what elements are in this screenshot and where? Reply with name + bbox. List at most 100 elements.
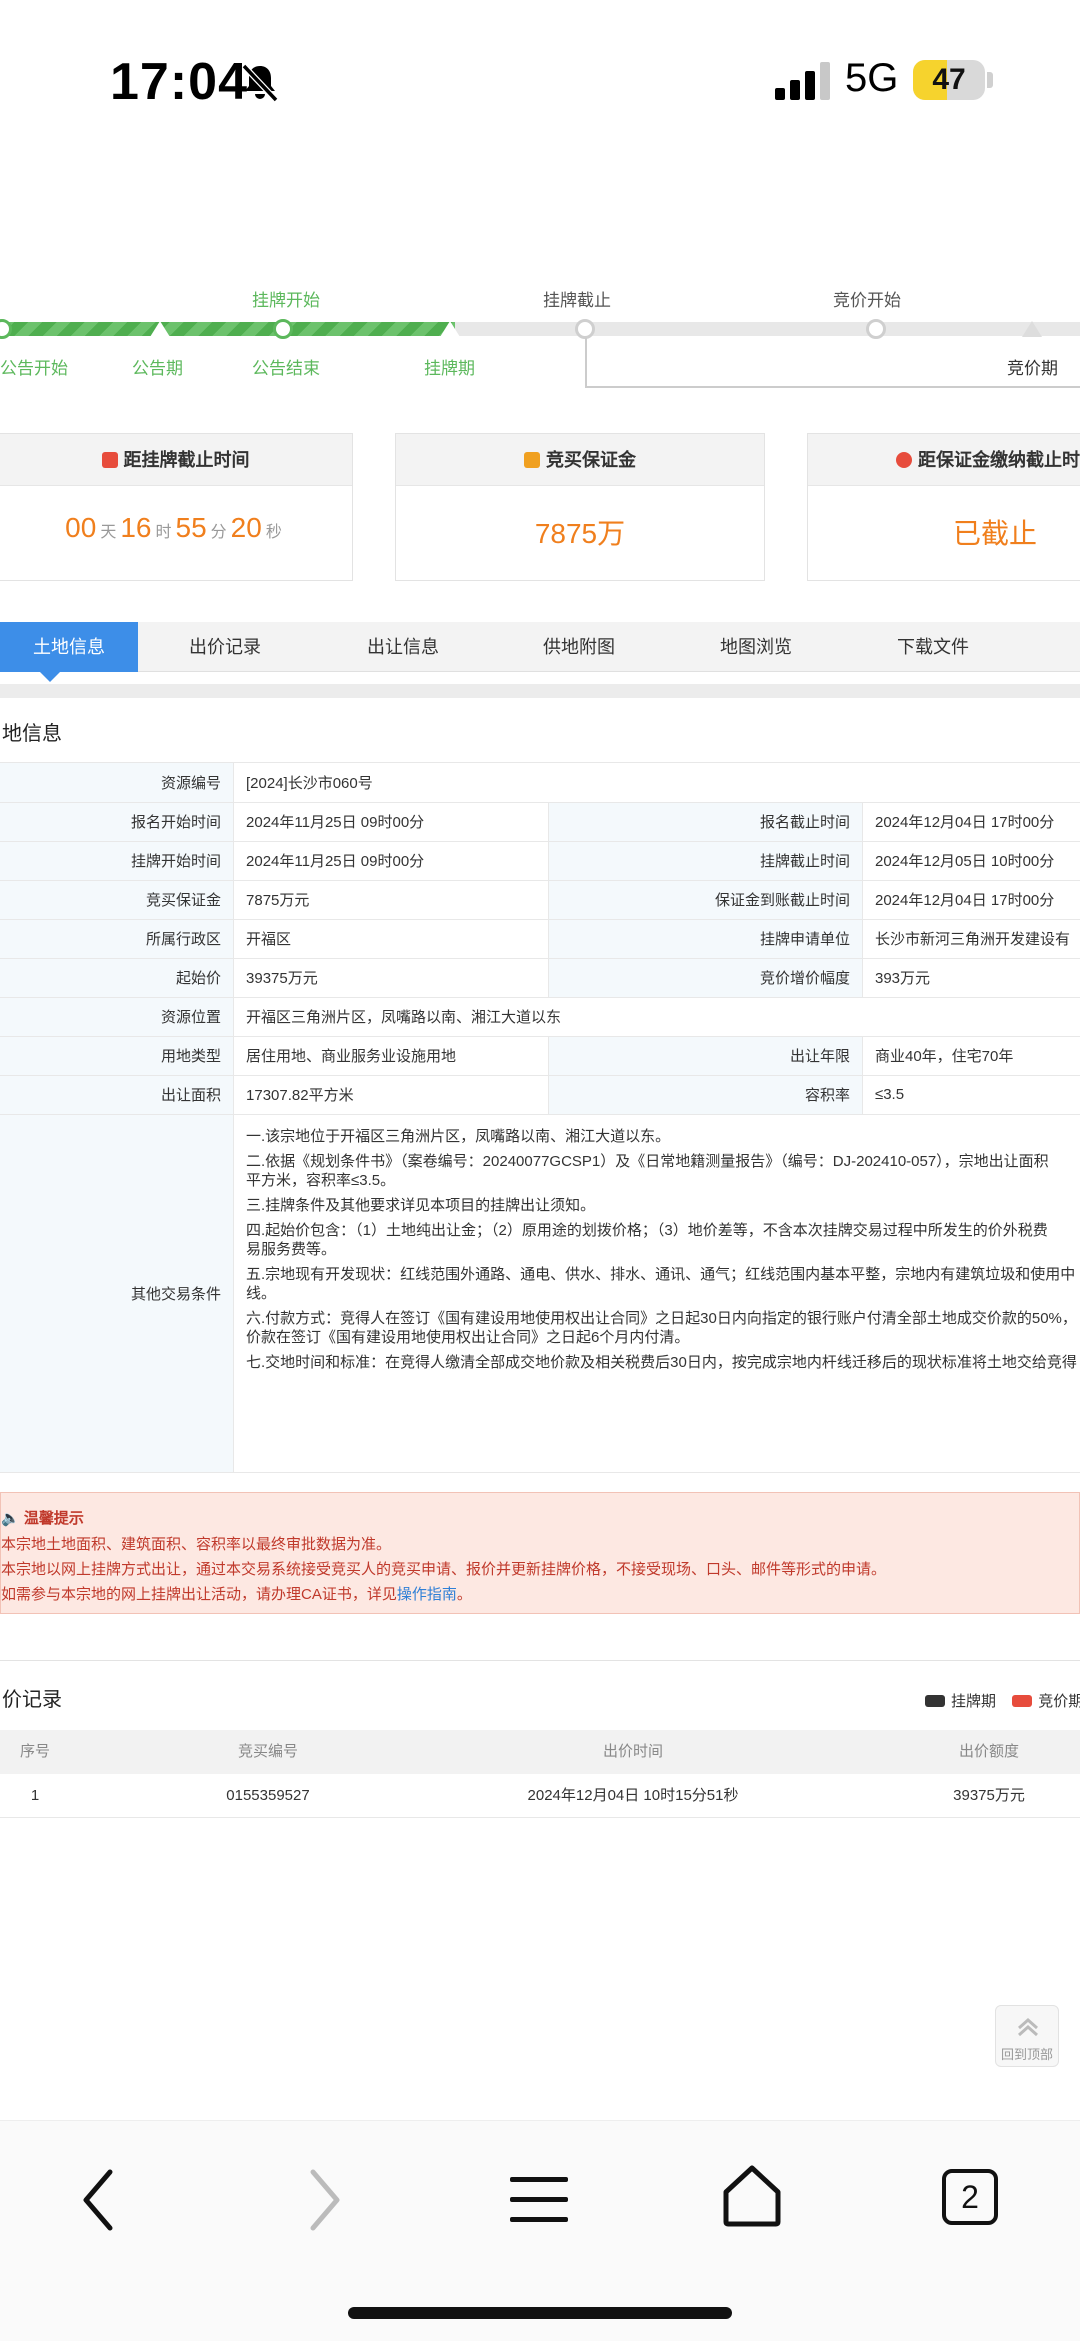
- legend-swatch-bidding: [1012, 1695, 1033, 1707]
- legend-label-listing: 挂牌期: [951, 1693, 997, 1710]
- value: ≤3.5: [862, 1075, 1080, 1115]
- alarm-icon: [896, 452, 912, 468]
- timeline-label-notice-start: 公告开始: [0, 359, 68, 378]
- condition-paragraph: 价款在签订《国有建设用地使用权出让合同》之日起6个月内付清。: [246, 1328, 690, 1346]
- card-header: 距挂牌截止时间: [0, 434, 352, 486]
- network-type: 5G: [845, 56, 899, 100]
- bid-code: 0155359527: [226, 1787, 310, 1804]
- bid-table-header: 序号 竞买编号 出价时间 出价额度: [0, 1730, 1080, 1774]
- col-header: 出价额度: [958, 1743, 1019, 1760]
- tab-transfer-info[interactable]: 出让信息: [353, 622, 453, 672]
- row-deposit: 竞买保证金 7875万元 保证金到账截止时间 2024年12月04日 17时00…: [0, 880, 1080, 920]
- condition-paragraph: 平方米，容积率≤3.5。: [246, 1171, 396, 1189]
- condition-paragraph: 线。: [246, 1284, 277, 1302]
- timeline-progress: [0, 322, 455, 336]
- value: 开福区三角洲片区，凤嘴路以南、湘江大道以东: [233, 997, 1080, 1037]
- bid-no: 1: [30, 1787, 40, 1804]
- battery-indicator: 47: [913, 60, 985, 100]
- timeline-label-notice-end: 公告结束: [252, 359, 320, 378]
- value: 商业40年，住宅70年: [862, 1036, 1080, 1076]
- tabs-count-button[interactable]: 2: [942, 2169, 998, 2225]
- countdown-minutes: 55: [175, 512, 207, 543]
- condition-paragraph: 二.依据《规划条件书》（案卷编号：20240077GCSP1）及《日常地籍测量报…: [246, 1152, 1049, 1170]
- label: 挂牌截止时间: [548, 841, 863, 881]
- tabs-count: 2: [961, 2179, 979, 2215]
- label: 报名截止时间: [548, 802, 863, 842]
- card-listing-countdown: 距挂牌截止时间 00 天 16 时 55 分 20 秒: [0, 433, 353, 581]
- label: 所属行政区: [0, 919, 235, 959]
- conditions-text: 一.该宗地位于开福区三角洲片区，凤嘴路以南、湘江大道以东。 二.依据《规划条件书…: [233, 1114, 1080, 1473]
- clock-icon: [101, 452, 118, 468]
- back-icon[interactable]: [78, 2168, 118, 2232]
- card-title: 距保证金缴纳截止时间: [918, 450, 1080, 470]
- timeline-label-bidding-period: 竞价期: [1007, 359, 1058, 378]
- condition-paragraph: 一.该宗地位于开福区三角洲片区，凤嘴路以南、湘江大道以东。: [246, 1127, 671, 1145]
- tip-line: 本宗地以网上挂牌方式出让，通过本交易系统接受竞买人的竞买申请、报价并更新挂牌价格…: [1, 1561, 887, 1578]
- tab-supply-map[interactable]: 供地附图: [529, 622, 629, 672]
- row-resource-no: 资源编号 [2024]长沙市060号: [0, 763, 1080, 803]
- label: 报名开始时间: [0, 802, 235, 842]
- timeline-bracket: [585, 338, 1080, 388]
- bid-legend: 挂牌期 竞价期: [925, 1690, 1080, 1711]
- value: 39375万元: [233, 958, 549, 998]
- value: 居住用地、商业服务业设施用地: [233, 1036, 549, 1076]
- tab-bid-records[interactable]: 出价记录: [175, 622, 275, 672]
- value: 2024年12月04日 17时00分: [862, 880, 1080, 920]
- bid-amount: 39375万元: [953, 1787, 1025, 1804]
- value: 393万元: [862, 958, 1080, 998]
- label: 出让面积: [0, 1075, 235, 1115]
- value: 2024年11月25日 09时00分: [233, 802, 549, 842]
- countdown-days-unit: 天: [100, 524, 117, 541]
- tab-download-files[interactable]: 下载文件: [883, 622, 983, 672]
- card-title: 竞买保证金: [546, 450, 636, 470]
- col-header: 序号: [19, 1743, 50, 1760]
- card-deposit: 竞买保证金 7875万: [395, 433, 765, 581]
- card-deposit-deadline: 距保证金缴纳截止时间 已截止: [807, 433, 1080, 581]
- card-header: 竞买保证金: [396, 434, 764, 486]
- condition-paragraph: 五.宗地现有开发现状：红线范围外通路、通电、供水、排水、通讯、通气；红线范围内基…: [246, 1265, 1076, 1283]
- tip-line: 本宗地土地面积、建筑面积、容积率以最终审批数据为准。: [1, 1536, 392, 1553]
- tab-land-info[interactable]: 土地信息: [0, 622, 138, 672]
- battery-percent: 47: [932, 63, 966, 96]
- value: 长沙市新河三角洲开发建设有: [862, 919, 1080, 959]
- deposit-deadline-value: 已截止: [953, 518, 1038, 549]
- legend-label-bidding: 竞价期: [1038, 1693, 1080, 1710]
- row-area: 出让面积 17307.82平方米 容积率 ≤3.5: [0, 1075, 1080, 1115]
- back-to-top-button[interactable]: 回到顶部: [995, 2005, 1059, 2067]
- tab-map-browse[interactable]: 地图浏览: [706, 622, 806, 672]
- condition-paragraph: 三.挂牌条件及其他要求详见本项目的挂牌出让须知。: [246, 1196, 596, 1214]
- timeline-node-notice-end: [273, 319, 293, 339]
- timeline-label-listing-start: 挂牌开始: [252, 291, 320, 310]
- operation-guide-link[interactable]: 操作指南: [397, 1586, 457, 1603]
- label: 出让年限: [548, 1036, 863, 1076]
- land-info-table: 资源编号 [2024]长沙市060号 报名开始时间 2024年11月25日 09…: [0, 763, 1080, 1473]
- card-title: 距挂牌截止时间: [123, 450, 250, 470]
- countdown-seconds-unit: 秒: [265, 524, 282, 541]
- value: 2024年11月25日 09时00分: [233, 841, 549, 881]
- timeline-marker-notice-period: [150, 321, 170, 337]
- warm-tip: 🔈 温馨提示 本宗地土地面积、建筑面积、容积率以最终审批数据为准。 本宗地以网上…: [0, 1492, 1080, 1614]
- condition-paragraph: 六.付款方式：竞得人在签订《国有建设用地使用权出让合同》之日起30日内向指定的银…: [246, 1309, 1077, 1327]
- value: 开福区: [233, 919, 549, 959]
- label: 用地类型: [0, 1036, 235, 1076]
- home-icon[interactable]: [722, 2164, 782, 2228]
- bell-muted-icon: [241, 63, 279, 103]
- countdown-days: 00: [65, 512, 97, 543]
- timeline-marker-bidding-period: [1022, 321, 1042, 337]
- forward-icon[interactable]: [305, 2168, 345, 2232]
- timeline-label-listing-period: 挂牌期: [424, 359, 475, 378]
- value: [2024]长沙市060号: [233, 763, 1080, 803]
- tip-line-suffix: 。: [456, 1586, 472, 1603]
- tab-bar: 土地信息 出价记录 出让信息 供地附图 地图浏览 下载文件: [0, 622, 1080, 672]
- timeline-node-bidding-start: [866, 319, 886, 339]
- menu-icon[interactable]: [510, 2175, 568, 2225]
- chevron-up-icon: [1018, 2017, 1038, 2037]
- row-start-price: 起始价 39375万元 竞价增价幅度 393万元: [0, 958, 1080, 998]
- value: 7875万元: [233, 880, 549, 920]
- card-header: 距保证金缴纳截止时间: [808, 434, 1080, 486]
- label: 其他交易条件: [0, 1114, 235, 1473]
- tip-line-text: 如需参与本宗地的网上挂牌出让活动，请办理CA证书，详见: [1, 1586, 397, 1603]
- row-signup-time: 报名开始时间 2024年11月25日 09时00分 报名截止时间 2024年12…: [0, 802, 1080, 842]
- tip-title: 🔈 温馨提示: [1, 1507, 84, 1528]
- back-to-top-label: 回到顶部: [1000, 2047, 1053, 2062]
